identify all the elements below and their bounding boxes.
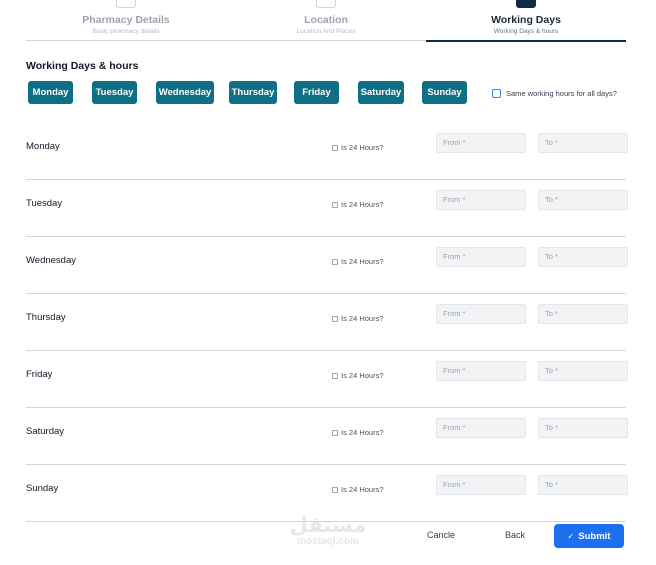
back-button[interactable]: Back [505,530,525,540]
step-subtitle: Location And Places [296,28,356,35]
cancel-button[interactable]: Cancle [427,530,455,540]
from-input[interactable]: From * [436,304,526,324]
step-number: 2 [316,0,336,8]
section-title: Working Days & hours [26,60,139,72]
is24-option[interactable]: Is 24 Hours? [332,314,384,323]
day-button-thursday[interactable]: Thursday [229,81,277,104]
step-pharmacy-details[interactable]: 1 Pharmacy Details Basic pharmacy detail… [26,0,226,42]
day-name: Sunday [26,483,59,494]
watermark-arabic: مستقل [289,513,367,537]
day-row-tuesday: Tuesday Is 24 Hours? From * To * [26,180,628,237]
is24-label: Is 24 Hours? [341,314,384,323]
day-button-friday[interactable]: Friday [294,81,339,104]
is24-option[interactable]: Is 24 Hours? [332,428,384,437]
check-icon: ✓ [567,531,575,541]
day-button-monday[interactable]: Monday [28,81,73,104]
from-input[interactable]: From * [436,475,526,495]
to-input[interactable]: To * [538,361,628,381]
same-hours-label: Same working hours for all days? [506,88,617,98]
day-button-saturday[interactable]: Saturday [358,81,404,104]
step-number: 3 [516,0,536,8]
step-number: 1 [116,0,136,8]
is24-option[interactable]: Is 24 Hours? [332,200,384,209]
day-row-thursday: Thursday Is 24 Hours? From * To * [26,294,628,351]
is24-option[interactable]: Is 24 Hours? [332,143,384,152]
from-input[interactable]: From * [436,190,526,210]
from-input[interactable]: From * [436,133,526,153]
watermark: مستقل mostaql.com [286,514,370,548]
day-button-wednesday[interactable]: Wednesday [156,81,214,104]
step-subtitle: Working Days & hours [493,28,559,35]
stepper-active-indicator [426,40,626,42]
is24-option[interactable]: Is 24 Hours? [332,485,384,494]
watermark-latin: mostaql.com [297,536,359,547]
step-working-days[interactable]: 3 Working Days Working Days & hours [426,0,626,42]
day-name: Wednesday [26,255,76,266]
is24-checkbox[interactable] [332,372,338,379]
day-name: Friday [26,369,53,380]
step-location[interactable]: 2 Location Location And Places [226,0,426,42]
step-title: Location [304,14,348,26]
is24-label: Is 24 Hours? [341,200,384,209]
step-title: Pharmacy Details [82,14,170,26]
from-input[interactable]: From * [436,361,526,381]
to-input[interactable]: To * [538,475,628,495]
is24-label: Is 24 Hours? [341,485,384,494]
is24-checkbox[interactable] [332,429,338,436]
is24-checkbox[interactable] [332,486,338,493]
day-name: Thursday [26,312,66,323]
day-button-tuesday[interactable]: Tuesday [92,81,137,104]
to-input[interactable]: To * [538,304,628,324]
is24-label: Is 24 Hours? [341,428,384,437]
day-button-sunday[interactable]: Sunday [422,81,467,104]
same-hours-option[interactable]: Same working hours for all days? [492,87,617,99]
day-row-saturday: Saturday Is 24 Hours? From * To * [26,408,628,465]
day-row-wednesday: Wednesday Is 24 Hours? From * To * [26,237,628,294]
to-input[interactable]: To * [538,247,628,267]
is24-label: Is 24 Hours? [341,371,384,380]
is24-checkbox[interactable] [332,258,338,265]
to-input[interactable]: To * [538,190,628,210]
day-row-friday: Friday Is 24 Hours? From * To * [26,351,628,408]
is24-label: Is 24 Hours? [341,257,384,266]
to-input[interactable]: To * [538,133,628,153]
step-subtitle: Basic pharmacy details [92,28,160,35]
day-name: Tuesday [26,198,63,209]
is24-checkbox[interactable] [332,144,338,151]
from-input[interactable]: From * [436,247,526,267]
is24-option[interactable]: Is 24 Hours? [332,257,384,266]
stepper: 1 Pharmacy Details Basic pharmacy detail… [26,0,626,42]
to-input[interactable]: To * [538,418,628,438]
is24-checkbox[interactable] [332,315,338,322]
day-row-monday: Monday Is 24 Hours? From * To * [26,123,628,180]
submit-button[interactable]: ✓ Submit [554,524,624,548]
is24-checkbox[interactable] [332,201,338,208]
same-hours-checkbox[interactable] [492,88,501,98]
day-name: Monday [26,141,60,152]
is24-label: Is 24 Hours? [341,143,384,152]
step-title: Working Days [491,14,561,26]
from-input[interactable]: From * [436,418,526,438]
is24-option[interactable]: Is 24 Hours? [332,371,384,380]
day-name: Saturday [26,426,65,437]
submit-label: Submit [578,530,611,542]
